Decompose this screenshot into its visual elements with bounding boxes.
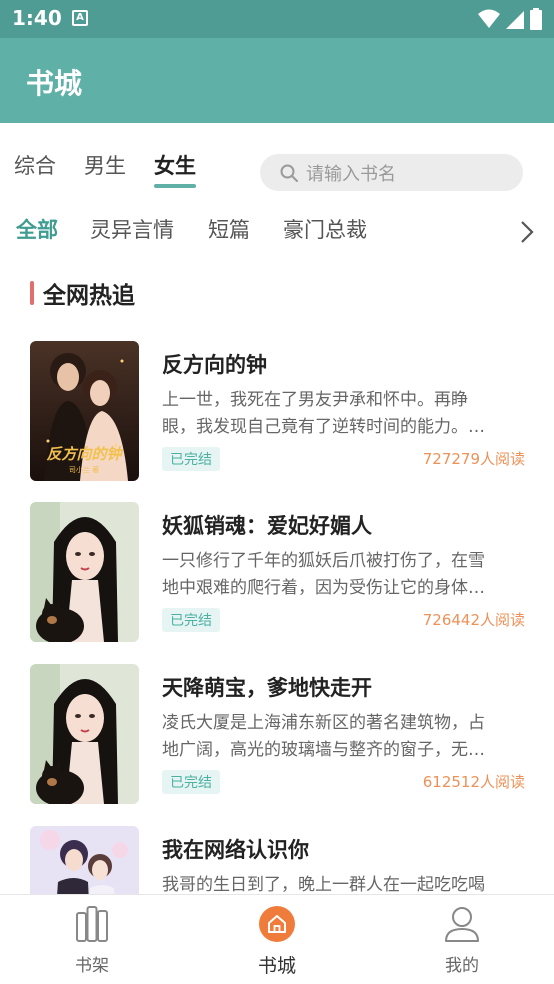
book-item[interactable]: 妖狐销魂：爱妃好媚人 一只修行了千年的狐妖后爪被打伤了，在雪 地中艰难的爬行着，… [30,502,525,642]
section-title: 全网热追 [43,283,135,309]
nav-bookshelf[interactable]: 书架 [47,905,137,976]
book-title: 天降萌宝，爹地快走开 [162,676,372,700]
section-heading: 全网热追 [30,278,135,309]
book-cover[interactable] [30,502,139,642]
search-placeholder: 请输入书名 [306,163,396,185]
search-input[interactable]: 请输入书名 [260,154,523,191]
book-cover[interactable]: 反方向的钟 司小兰 著 [30,341,139,481]
page-title: 书城 [26,67,83,100]
battery-icon [530,8,542,30]
bookshelf-icon [76,906,108,942]
status-icons [478,8,542,30]
nav-bookstore[interactable]: 书城 [232,905,322,978]
category-supernatural-romance[interactable]: 灵异言情 [90,214,174,244]
book-desc-line: 地广阔，高光的玻璃墙与整齐的窗子，无… [162,740,485,760]
book-item[interactable]: 天降萌宝，爹地快走开 凌氏大厦是上海浦东新区的著名建筑物，占 地广阔，高光的玻璃… [30,664,525,804]
book-title: 反方向的钟 [162,353,267,377]
status-time: 1:40 [12,6,62,30]
tab-female[interactable]: 女生 [154,150,196,188]
wifi-icon [478,9,500,28]
signal-icon [506,11,524,29]
book-desc-line: 眼，我发现自己竟有了逆转时间的能力。… [162,417,485,437]
book-title: 妖狐销魂：爱妃好媚人 [162,514,372,538]
book-desc-line: 地中艰难的爬行着，因为受伤让它的身体… [162,578,485,598]
category-bar: 全部 灵异言情 短篇 豪门总裁 [16,214,554,250]
status-badge: 已完结 [162,447,220,471]
book-desc-line: 凌氏大厦是上海浦东新区的著名建筑物，占 [162,713,485,733]
book-cover[interactable] [30,664,139,804]
gender-tabs: 综合 男生 女生 [14,150,224,188]
search-icon [280,164,298,182]
tab-male[interactable]: 男生 [84,150,126,186]
svg-text:司小兰 著: 司小兰 著 [69,465,99,474]
book-desc-line: 上一世，我死在了男友尹承和怀中。再睁 [162,390,468,410]
book-title: 我在网络认识你 [162,838,309,862]
app-bar: 书城 [0,38,554,123]
category-all[interactable]: 全部 [16,214,58,244]
status-bar: 1:40 A [0,0,554,38]
tab-general[interactable]: 综合 [14,150,56,186]
nav-profile[interactable]: 我的 [417,905,507,976]
read-count: 727279人阅读 [422,450,525,468]
status-badge: 已完结 [162,770,220,794]
home-icon [259,906,295,942]
book-desc-line: 一只修行了千年的狐妖后爪被打伤了，在雪 [162,551,485,571]
nav-label: 我的 [445,956,479,976]
svg-text:反方向的钟: 反方向的钟 [46,445,123,463]
notification-icon: A [72,10,88,26]
nav-label: 书架 [75,956,109,976]
book-description: 一只修行了千年的狐妖后爪被打伤了，在雪 地中艰难的爬行着，因为受伤让它的身体… [162,548,524,602]
status-badge: 已完结 [162,608,220,632]
section-marker [30,281,34,305]
book-description: 凌氏大厦是上海浦东新区的著名建筑物，占 地广阔，高光的玻璃墙与整齐的窗子，无… [162,710,524,764]
chevron-right-icon[interactable] [520,220,534,244]
book-description: 上一世，我死在了男友尹承和怀中。再睁 眼，我发现自己竟有了逆转时间的能力。… [162,387,524,441]
read-count: 726442人阅读 [422,611,525,629]
user-icon [445,907,479,942]
read-count: 612512人阅读 [422,773,525,791]
nav-label: 书城 [257,955,296,977]
book-item[interactable]: 反方向的钟 司小兰 著 反方向的钟 上一世，我死在了男友尹承和怀中。再睁 眼，我… [30,341,525,481]
category-short[interactable]: 短篇 [208,214,250,244]
category-ceo[interactable]: 豪门总裁 [283,214,367,244]
bottom-nav: 书架 书城 我的 [0,894,554,984]
